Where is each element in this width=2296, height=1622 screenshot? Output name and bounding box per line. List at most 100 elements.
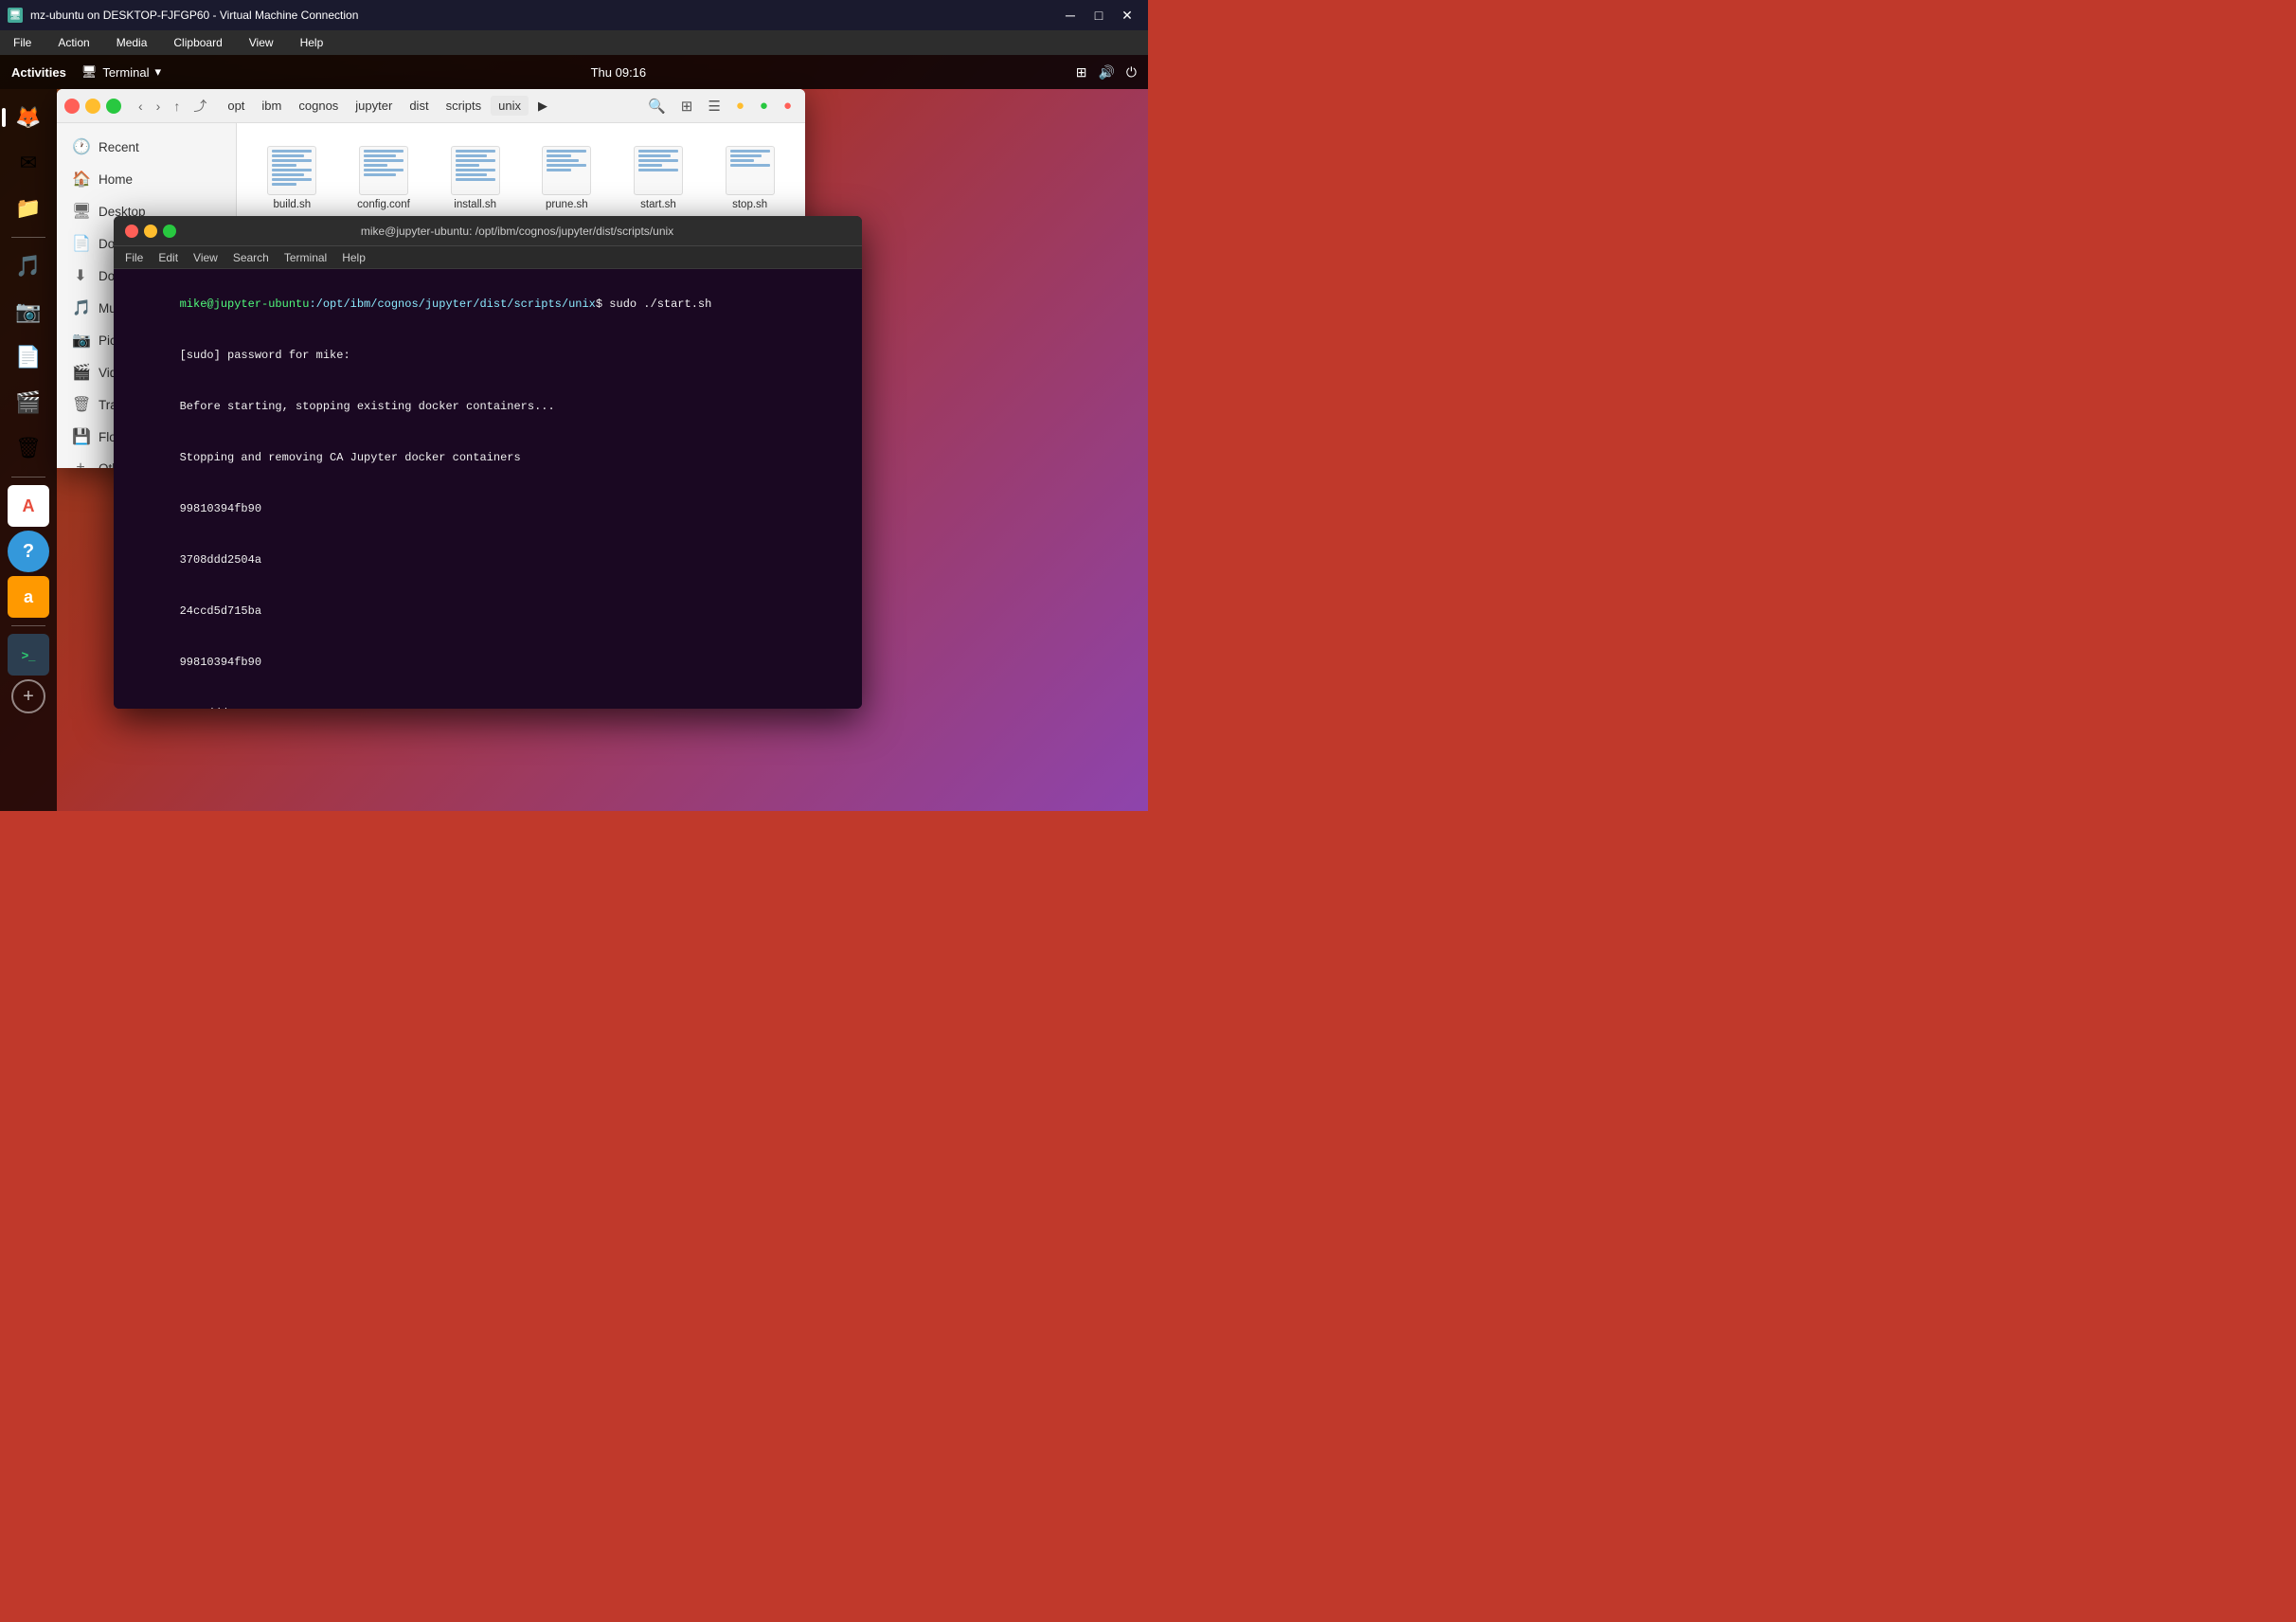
file-name-install: install.sh bbox=[454, 199, 496, 210]
pictures-icon: 📷 bbox=[72, 331, 89, 350]
file-icon-install bbox=[451, 146, 500, 195]
home-icon: 🏠 bbox=[72, 170, 89, 189]
fm-crumb-ibm[interactable]: ibm bbox=[254, 96, 289, 116]
file-config-conf[interactable]: config.conf bbox=[344, 138, 424, 218]
term-menu-file[interactable]: File bbox=[125, 251, 143, 264]
fm-crumb-dist[interactable]: dist bbox=[402, 96, 436, 116]
fm-grid-view-button[interactable]: ⊞ bbox=[675, 94, 699, 118]
fm-crumb-cognos[interactable]: cognos bbox=[291, 96, 346, 116]
fm-crumb-opt[interactable]: opt bbox=[220, 96, 252, 116]
other-icon: + bbox=[72, 460, 89, 468]
fm-crumb-more[interactable]: ▶ bbox=[530, 96, 555, 117]
file-build-sh[interactable]: build.sh bbox=[252, 138, 332, 218]
fm-nav-buttons: ‹ › ↑ ⤴ bbox=[133, 93, 212, 119]
menu-clipboard[interactable]: Clipboard bbox=[168, 34, 227, 51]
dock-camera[interactable]: 📷 bbox=[8, 291, 49, 333]
fm-minimize-button[interactable] bbox=[85, 99, 100, 114]
terminal-line-hash3: 24ccd5d715ba bbox=[125, 586, 851, 637]
terminal-close-button[interactable] bbox=[125, 225, 138, 238]
dock-separator-2 bbox=[11, 477, 45, 478]
activities-button[interactable]: Activities bbox=[11, 65, 66, 80]
volume-icon[interactable]: 🔊 bbox=[1098, 64, 1114, 81]
dock-mail[interactable]: ✉ bbox=[8, 142, 49, 184]
terminal-window: mike@jupyter-ubuntu: /opt/ibm/cognos/jup… bbox=[114, 216, 862, 709]
maximize-button[interactable]: □ bbox=[1085, 5, 1112, 26]
grid-icon[interactable]: ⊞ bbox=[1076, 64, 1087, 81]
menu-media[interactable]: Media bbox=[111, 34, 153, 51]
dock-writer[interactable]: 📄 bbox=[8, 336, 49, 378]
dock-terminal[interactable]: >_ bbox=[8, 634, 49, 676]
app-name-button[interactable]: 🖥 Terminal ▾ bbox=[81, 64, 161, 80]
file-icon-config bbox=[359, 146, 408, 195]
menu-action[interactable]: Action bbox=[52, 34, 95, 51]
terminal-line-hash5: 3708ddd2504a bbox=[125, 688, 851, 709]
windows-menubar: File Action Media Clipboard View Help bbox=[0, 30, 1148, 55]
fm-crumb-unix[interactable]: unix bbox=[491, 96, 529, 116]
minimize-button[interactable]: ─ bbox=[1057, 5, 1084, 26]
dock-font[interactable]: A bbox=[8, 485, 49, 527]
dock-videos[interactable]: 🎬 bbox=[8, 382, 49, 424]
terminal-title: mike@jupyter-ubuntu: /opt/ibm/cognos/jup… bbox=[184, 225, 851, 238]
sidebar-item-recent[interactable]: 🕐 Recent bbox=[57, 131, 236, 163]
fm-reload-button[interactable]: ⤴ bbox=[188, 93, 212, 119]
file-icon-start bbox=[634, 146, 683, 195]
dock-separator-1 bbox=[11, 237, 45, 238]
menu-view[interactable]: View bbox=[243, 34, 279, 51]
fm-up-button[interactable]: ↑ bbox=[168, 93, 186, 119]
dock-trash[interactable]: 🗑 bbox=[8, 427, 49, 469]
terminal-line-hash2: 3708ddd2504a bbox=[125, 534, 851, 586]
topbar-right: ⊞ 🔊 ⏻ bbox=[1076, 64, 1137, 81]
file-stop-sh[interactable]: stop.sh bbox=[709, 138, 790, 218]
fm-crumb-jupyter[interactable]: jupyter bbox=[348, 96, 400, 116]
fm-back-button[interactable]: ‹ bbox=[133, 93, 149, 119]
fm-close-win-btn[interactable]: ● bbox=[778, 94, 798, 118]
fm-restore-win-btn[interactable]: ● bbox=[754, 94, 774, 118]
file-name-stop: stop.sh bbox=[732, 199, 767, 210]
term-menu-view[interactable]: View bbox=[193, 251, 218, 264]
terminal-window-controls bbox=[125, 225, 176, 238]
dock-music[interactable]: 🎵 bbox=[8, 245, 49, 287]
terminal-maximize-button[interactable] bbox=[163, 225, 176, 238]
terminal-prompt-icon: >_ bbox=[22, 648, 36, 662]
file-install-sh[interactable]: install.sh bbox=[435, 138, 515, 218]
dock-firefox[interactable]: 🦊 bbox=[8, 97, 49, 138]
documents-icon: 📄 bbox=[72, 234, 89, 253]
dock-help[interactable]: ? bbox=[8, 531, 49, 572]
term-menu-edit[interactable]: Edit bbox=[158, 251, 178, 264]
file-prune-sh[interactable]: prune.sh bbox=[527, 138, 607, 218]
file-name-start: start.sh bbox=[640, 199, 676, 210]
terminal-line-hash1: 99810394fb90 bbox=[125, 483, 851, 534]
fm-crumb-scripts[interactable]: scripts bbox=[439, 96, 490, 116]
file-name-prune: prune.sh bbox=[546, 199, 588, 210]
file-name-build: build.sh bbox=[274, 199, 312, 210]
window-title: mz-ubuntu on DESKTOP-FJFGP60 - Virtual M… bbox=[30, 9, 1049, 22]
menu-file[interactable]: File bbox=[8, 34, 37, 51]
terminal-body[interactable]: mike@jupyter-ubuntu:/opt/ibm/cognos/jupy… bbox=[114, 269, 862, 709]
fm-forward-button[interactable]: › bbox=[151, 93, 167, 119]
fm-search-button[interactable]: 🔍 bbox=[642, 94, 672, 118]
fm-min-win-btn[interactable]: ● bbox=[730, 94, 750, 118]
dock-files[interactable]: 📁 bbox=[8, 188, 49, 229]
fm-close-button[interactable] bbox=[64, 99, 80, 114]
fm-titlebar: ‹ › ↑ ⤴ opt ibm cognos jupyter dist scri… bbox=[57, 89, 805, 123]
terminal-line-stopping: Stopping and removing CA Jupyter docker … bbox=[125, 432, 851, 483]
dock-amazon[interactable]: a bbox=[8, 576, 49, 618]
fm-maximize-button[interactable] bbox=[106, 99, 121, 114]
videos-icon: 🎬 bbox=[72, 363, 89, 382]
file-start-sh[interactable]: start.sh bbox=[619, 138, 699, 218]
sidebar-item-home[interactable]: 🏠 Home bbox=[57, 163, 236, 195]
fm-list-view-button[interactable]: ☰ bbox=[702, 94, 726, 118]
close-button[interactable]: ✕ bbox=[1114, 5, 1140, 26]
menu-help[interactable]: Help bbox=[295, 34, 330, 51]
dock-add-button[interactable]: + bbox=[11, 679, 45, 713]
term-menu-search[interactable]: Search bbox=[233, 251, 269, 264]
term-menu-terminal[interactable]: Terminal bbox=[284, 251, 327, 264]
term-menu-help[interactable]: Help bbox=[342, 251, 366, 264]
fm-toolbar-right: 🔍 ⊞ ☰ ● ● ● bbox=[642, 94, 798, 118]
vm-icon: 🖥 bbox=[8, 8, 23, 23]
power-icon[interactable]: ⏻ bbox=[1126, 64, 1137, 81]
ubuntu-dock: 🦊 ✉ 📁 🎵 📷 📄 🎬 🗑 A ? a >_ + bbox=[0, 89, 57, 811]
terminal-minimize-button[interactable] bbox=[144, 225, 157, 238]
terminal-line-before: Before starting, stopping existing docke… bbox=[125, 381, 851, 432]
terminal-titlebar: mike@jupyter-ubuntu: /opt/ibm/cognos/jup… bbox=[114, 216, 862, 246]
